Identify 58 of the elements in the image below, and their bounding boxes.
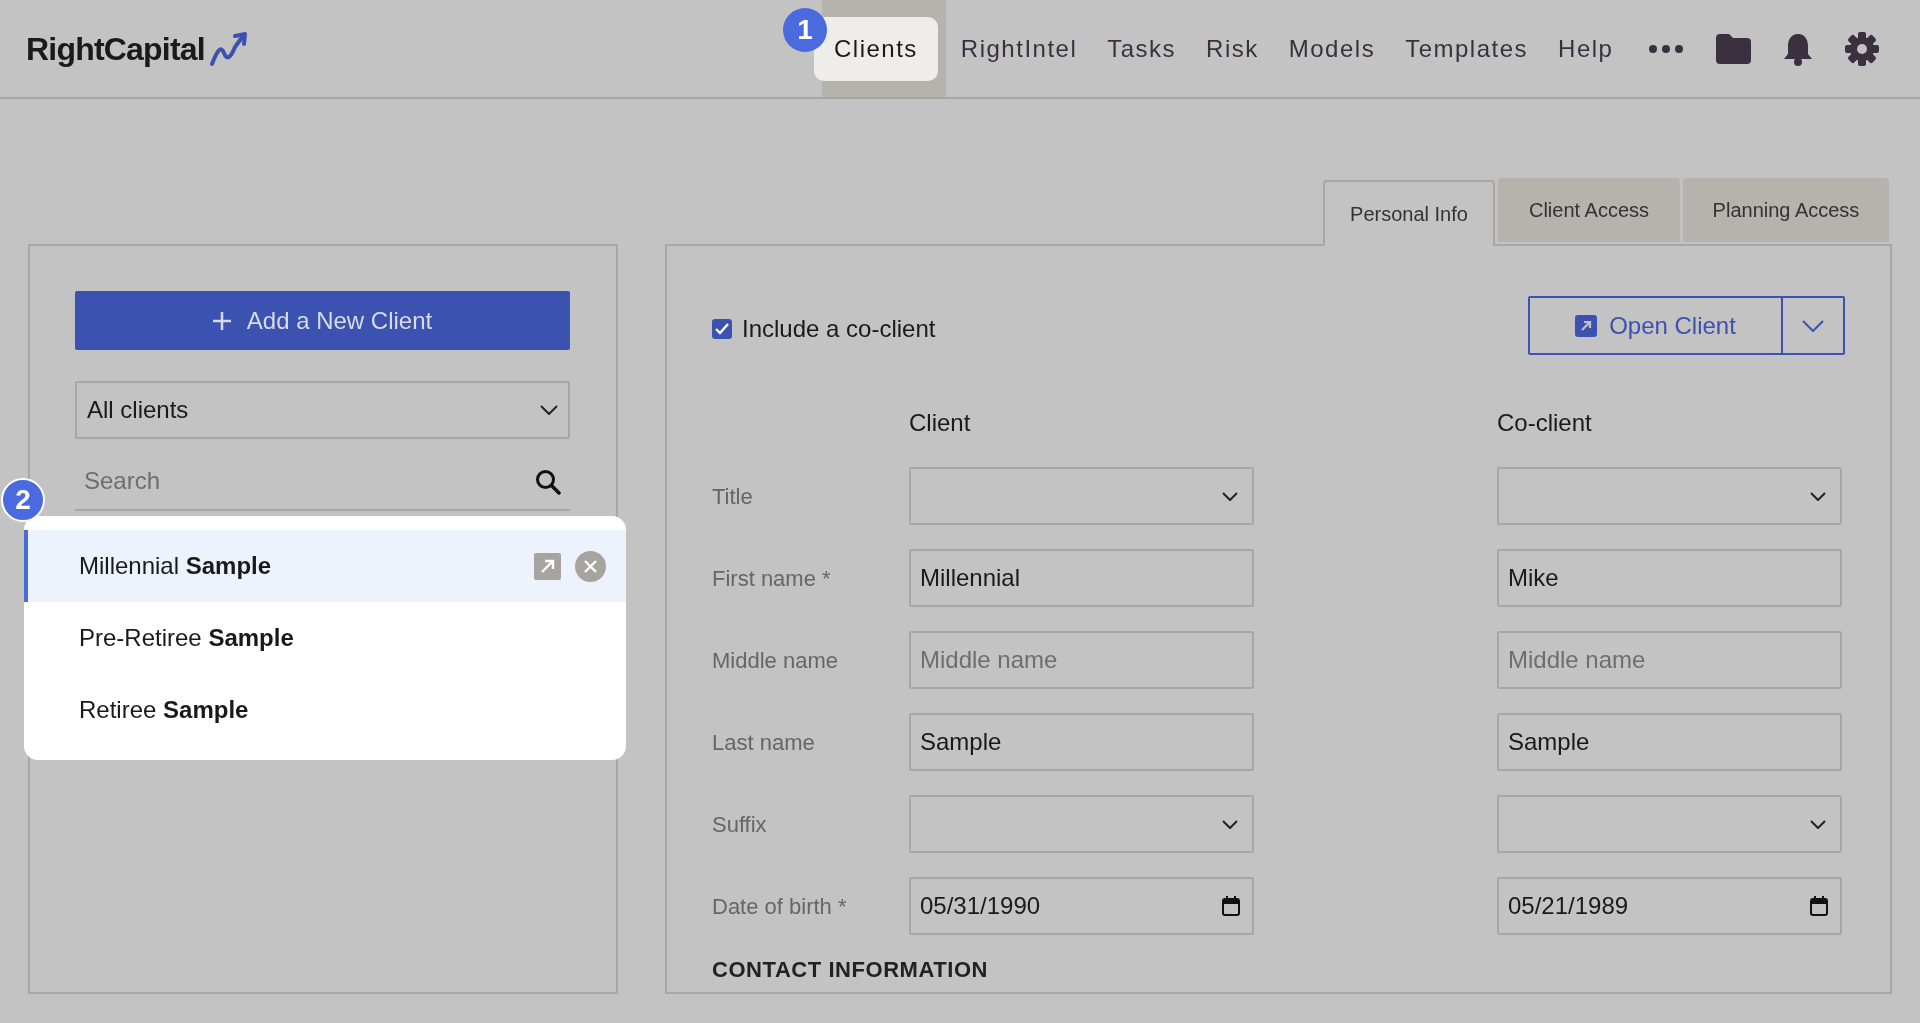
nav-tab[interactable]: Risk	[1206, 30, 1259, 67]
client-filter-dropdown[interactable]: All clients	[75, 381, 570, 439]
nav-tab[interactable]: Clients	[814, 16, 938, 81]
more-icon[interactable]	[1648, 43, 1685, 54]
select-field[interactable]	[1497, 467, 1842, 525]
tab[interactable]: Client Access	[1498, 178, 1680, 242]
input-field[interactable]: Sample	[1497, 713, 1842, 771]
input-field[interactable]: Middle name	[909, 631, 1254, 689]
chevron-down-icon	[1222, 491, 1238, 501]
calendar-icon	[1810, 896, 1828, 916]
chevron-down-icon	[1810, 491, 1826, 501]
input-field[interactable]: Mike	[1497, 549, 1842, 607]
nav-tab[interactable]: RightIntel	[960, 30, 1078, 67]
nav-tab[interactable]: Tasks	[1107, 30, 1177, 67]
external-link-icon[interactable]	[534, 552, 561, 580]
step-badge: 1	[783, 8, 827, 52]
field-label: Middle name	[712, 646, 839, 675]
field-label: First name *	[712, 564, 832, 593]
client-list-item[interactable]: Retiree Sample	[24, 674, 626, 746]
search-icon	[535, 469, 561, 495]
client-list-item[interactable]: Millennial Sample	[24, 530, 626, 602]
checkmark-icon	[715, 322, 729, 335]
nav-tab[interactable]: Models	[1288, 30, 1376, 67]
input-field[interactable]: Millennial	[909, 549, 1254, 607]
bell-icon[interactable]	[1783, 31, 1814, 66]
client-list-item[interactable]: Pre-Retiree Sample	[24, 602, 626, 674]
chevron-down-icon	[540, 405, 558, 415]
coclient-checkbox[interactable]: Include a co-client	[712, 310, 936, 347]
input-field[interactable]: Middle name	[1497, 631, 1842, 689]
search-field[interactable]: Search	[75, 453, 570, 511]
calendar-icon	[1222, 896, 1240, 916]
logo-text: RightCapital	[26, 29, 205, 69]
field-label: Suffix	[712, 810, 768, 839]
column-header: Co-client	[1497, 408, 1593, 438]
field-label: Date of birth *	[712, 892, 848, 921]
nav-tab[interactable]: Templates	[1405, 30, 1529, 67]
folder-icon[interactable]	[1716, 33, 1752, 64]
external-link-icon	[1575, 314, 1598, 337]
select-field[interactable]	[1497, 795, 1842, 853]
select-field[interactable]	[909, 467, 1254, 525]
section-heading: CONTACT INFORMATION	[712, 956, 990, 984]
date-field[interactable]: 05/21/1989	[1497, 877, 1842, 935]
input-field[interactable]: Sample	[909, 713, 1254, 771]
tab[interactable]: Planning Access	[1683, 178, 1889, 242]
tab[interactable]: Personal Info	[1323, 180, 1495, 246]
column-header: Client	[909, 408, 972, 438]
field-label: Title	[712, 482, 754, 511]
nav-tab[interactable]: Help	[1558, 30, 1614, 67]
date-field[interactable]: 05/31/1990	[909, 877, 1254, 935]
select-field[interactable]	[909, 795, 1254, 853]
chevron-down-icon	[1810, 819, 1826, 829]
plus-icon	[212, 311, 231, 330]
checkbox[interactable]	[712, 318, 732, 339]
add-client-button[interactable]: Add a New Client	[75, 291, 570, 350]
chevron-down-icon	[1222, 819, 1238, 829]
close-icon[interactable]	[575, 550, 606, 582]
field-label: Last name	[712, 728, 816, 757]
step-badge: 2	[1, 478, 45, 522]
